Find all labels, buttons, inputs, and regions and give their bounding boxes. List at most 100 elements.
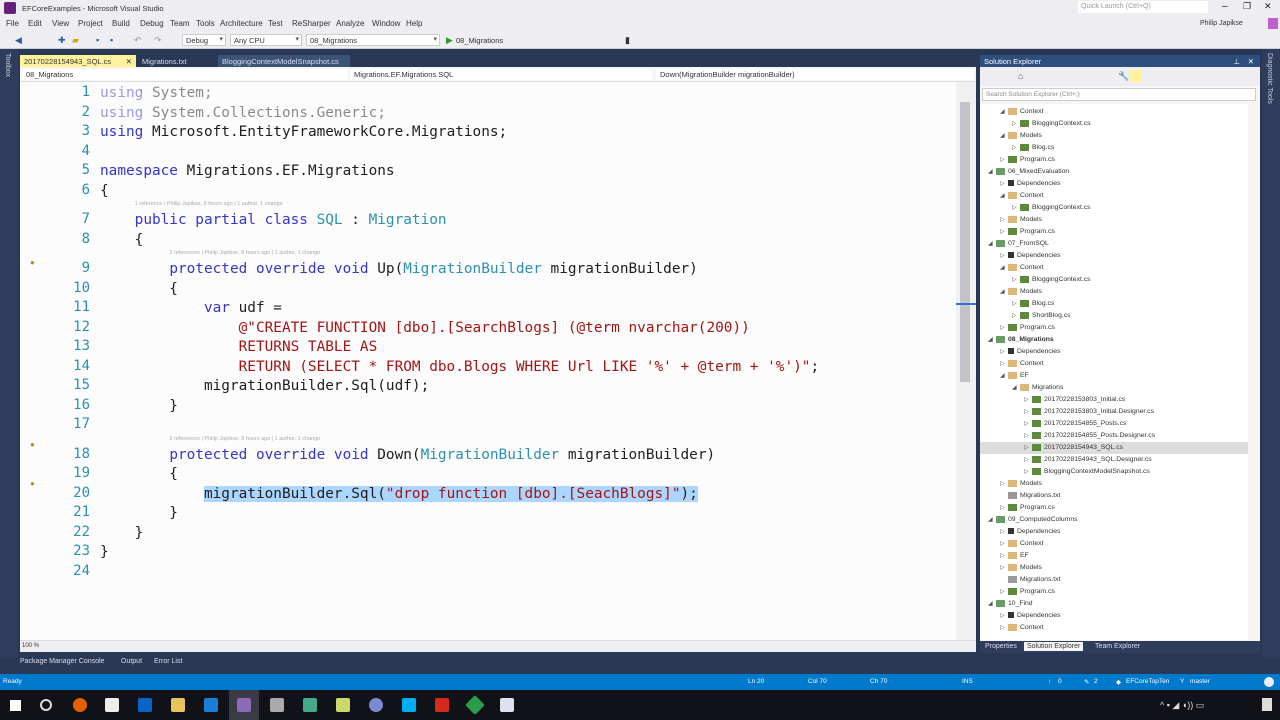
tray-icons[interactable]: ^ ▪ ◢ ◖)) ▭: [1160, 700, 1204, 711]
tree-item[interactable]: ▷ ShortBlog.cs: [980, 310, 1248, 322]
tree-item[interactable]: ◢ EF: [980, 370, 1248, 382]
collapsed-arrow-icon[interactable]: ▷: [1012, 310, 1020, 322]
status-changes-count[interactable]: 2: [1094, 678, 1098, 685]
notepad-icon[interactable]: [336, 698, 350, 712]
collapsed-arrow-icon[interactable]: ▷: [1024, 466, 1032, 478]
status-branch[interactable]: master: [1190, 678, 1210, 685]
collapsed-arrow-icon[interactable]: ▷: [1000, 610, 1008, 622]
code-line[interactable]: protected override void Down(MigrationBu…: [100, 446, 715, 465]
menu-view[interactable]: View: [52, 19, 69, 28]
feedback-icon[interactable]: [1264, 677, 1274, 687]
tab-team-explorer[interactable]: Team Explorer: [1092, 642, 1143, 651]
glyph-margin-icon[interactable]: ●: [30, 440, 35, 449]
menu-edit[interactable]: Edit: [28, 19, 42, 28]
task-view-icon[interactable]: [40, 699, 52, 711]
tree-item[interactable]: ▷ Program.cs: [980, 154, 1248, 166]
glyph-margin-icon[interactable]: ●: [30, 258, 35, 267]
tree-item[interactable]: ◢ Models: [980, 286, 1248, 298]
horizontal-scrollbar[interactable]: 100 %: [20, 640, 976, 652]
save-icon[interactable]: ▪: [96, 35, 99, 45]
tree-item[interactable]: ▷ Context: [980, 538, 1248, 550]
minimize-button[interactable]: –: [1222, 1, 1228, 12]
menu-architecture[interactable]: Architecture: [220, 19, 263, 28]
visual-studio-icon[interactable]: [237, 698, 251, 712]
menu-team[interactable]: Team: [170, 19, 190, 28]
tree-item[interactable]: ▷ Dependencies: [980, 178, 1248, 190]
tree-item[interactable]: ▷ Program.cs: [980, 322, 1248, 334]
code-line[interactable]: protected override void Up(MigrationBuil…: [100, 260, 698, 279]
member-dropdown[interactable]: Down(MigrationBuilder migrationBuilder): [656, 69, 974, 80]
collapsed-arrow-icon[interactable]: ▷: [1000, 586, 1008, 598]
tree-item[interactable]: ◢ 10_Find: [980, 598, 1248, 610]
expanded-arrow-icon[interactable]: ◢: [1012, 382, 1020, 394]
tree-item[interactable]: ▷ BloggingContextModelSnapshot.cs: [980, 466, 1248, 478]
tree-item[interactable]: ▷ 20170228153803_Initial.Designer.cs: [980, 406, 1248, 418]
code-line[interactable]: {: [100, 182, 109, 201]
expanded-arrow-icon[interactable]: ◢: [988, 598, 996, 610]
collapsed-arrow-icon[interactable]: ▷: [1000, 346, 1008, 358]
code-line[interactable]: migrationBuilder.Sql("drop function [dbo…: [100, 485, 698, 504]
codelens-info[interactable]: 2 references | Philip Japikse, 8 hours a…: [169, 436, 320, 442]
firefox-icon[interactable]: [73, 698, 87, 712]
tree-item[interactable]: ◢ Migrations: [980, 382, 1248, 394]
restore-button[interactable]: ❐: [1243, 1, 1251, 12]
expanded-arrow-icon[interactable]: ◢: [988, 334, 996, 346]
close-icon[interactable]: ✕: [126, 57, 132, 66]
tree-item[interactable]: ▷ 20170228153803_Initial.cs: [980, 394, 1248, 406]
tree-item[interactable]: ◢ 07_FromSQL: [980, 238, 1248, 250]
tree-item[interactable]: ▷ Program.cs: [980, 586, 1248, 598]
file-explorer-icon[interactable]: [171, 698, 185, 712]
undo-icon[interactable]: ↶: [134, 35, 142, 46]
expanded-arrow-icon[interactable]: ◢: [1000, 190, 1008, 202]
back-icon[interactable]: ◀: [15, 35, 22, 46]
collapsed-arrow-icon[interactable]: ▷: [1000, 358, 1008, 370]
collapsed-arrow-icon[interactable]: ▷: [1024, 406, 1032, 418]
tree-item[interactable]: ▷ Models: [980, 562, 1248, 574]
tree-item[interactable]: ▷ 20170228154855_Posts.cs: [980, 418, 1248, 430]
code-line[interactable]: }: [100, 397, 178, 416]
tab-package-manager-console[interactable]: Package Manager Console: [20, 658, 104, 665]
collapsed-arrow-icon[interactable]: ▷: [1000, 214, 1008, 226]
tree-item[interactable]: ▷ Dependencies: [980, 250, 1248, 262]
collapsed-arrow-icon[interactable]: ▷: [1000, 178, 1008, 190]
tab-solution-explorer[interactable]: Solution Explorer: [1024, 642, 1084, 651]
tree-item[interactable]: ◢ 09_ComputedColumns: [980, 514, 1248, 526]
collapsed-arrow-icon[interactable]: ▷: [1000, 502, 1008, 514]
push-icon[interactable]: ↑: [1048, 678, 1051, 685]
collapsed-arrow-icon[interactable]: ▷: [1024, 418, 1032, 430]
collapsed-arrow-icon[interactable]: ▷: [1000, 154, 1008, 166]
collapsed-arrow-icon[interactable]: ▷: [1024, 394, 1032, 406]
status-repo[interactable]: EFCoreTopTen: [1126, 678, 1169, 685]
tree-item[interactable]: ▷ Models: [980, 478, 1248, 490]
tree-item[interactable]: ▷ 20170228154943_SQL.cs: [980, 442, 1248, 454]
codelens-info[interactable]: 1 reference | Philip Japikse, 8 hours ag…: [135, 201, 283, 207]
tab-sql-cs[interactable]: 20170228154943_SQL.cs ✕: [20, 55, 136, 67]
expanded-arrow-icon[interactable]: ◢: [1000, 130, 1008, 142]
collapsed-arrow-icon[interactable]: ▷: [1000, 622, 1008, 634]
app-green-icon[interactable]: [465, 695, 485, 715]
code-line[interactable]: using Microsoft.EntityFrameworkCore.Migr…: [100, 123, 507, 142]
collapsed-arrow-icon[interactable]: ▷: [1024, 454, 1032, 466]
expanded-arrow-icon[interactable]: ◢: [988, 238, 996, 250]
start-icon[interactable]: ▶: [446, 35, 453, 46]
start-menu-icon[interactable]: [10, 700, 21, 711]
bookmark-icon[interactable]: ▮: [625, 35, 630, 46]
vertical-scrollbar[interactable]: [956, 82, 976, 640]
expanded-arrow-icon[interactable]: ◢: [1000, 286, 1008, 298]
tree-item[interactable]: ▷ BloggingContext.cs: [980, 118, 1248, 130]
tree-item[interactable]: ▷ Dependencies: [980, 610, 1248, 622]
menu-help[interactable]: Help: [406, 19, 422, 28]
tree-item[interactable]: ▷ 20170228154943_SQL.Designer.cs: [980, 454, 1248, 466]
close-icon[interactable]: ✕: [1248, 57, 1254, 66]
tree-item[interactable]: ▷ Dependencies: [980, 346, 1248, 358]
zoom-level[interactable]: 100 %: [22, 643, 39, 649]
tree-item[interactable]: ▷ 20170228154855_Posts.Designer.cs: [980, 430, 1248, 442]
app-circle-icon[interactable]: [369, 698, 383, 712]
menu-window[interactable]: Window: [372, 19, 400, 28]
notifications-icon[interactable]: [1262, 698, 1272, 711]
close-button[interactable]: ✕: [1264, 1, 1272, 12]
edge-icon[interactable]: [204, 698, 218, 712]
tab-output[interactable]: Output: [121, 658, 142, 665]
store-icon[interactable]: [105, 698, 119, 712]
app-red-icon[interactable]: [435, 698, 449, 712]
